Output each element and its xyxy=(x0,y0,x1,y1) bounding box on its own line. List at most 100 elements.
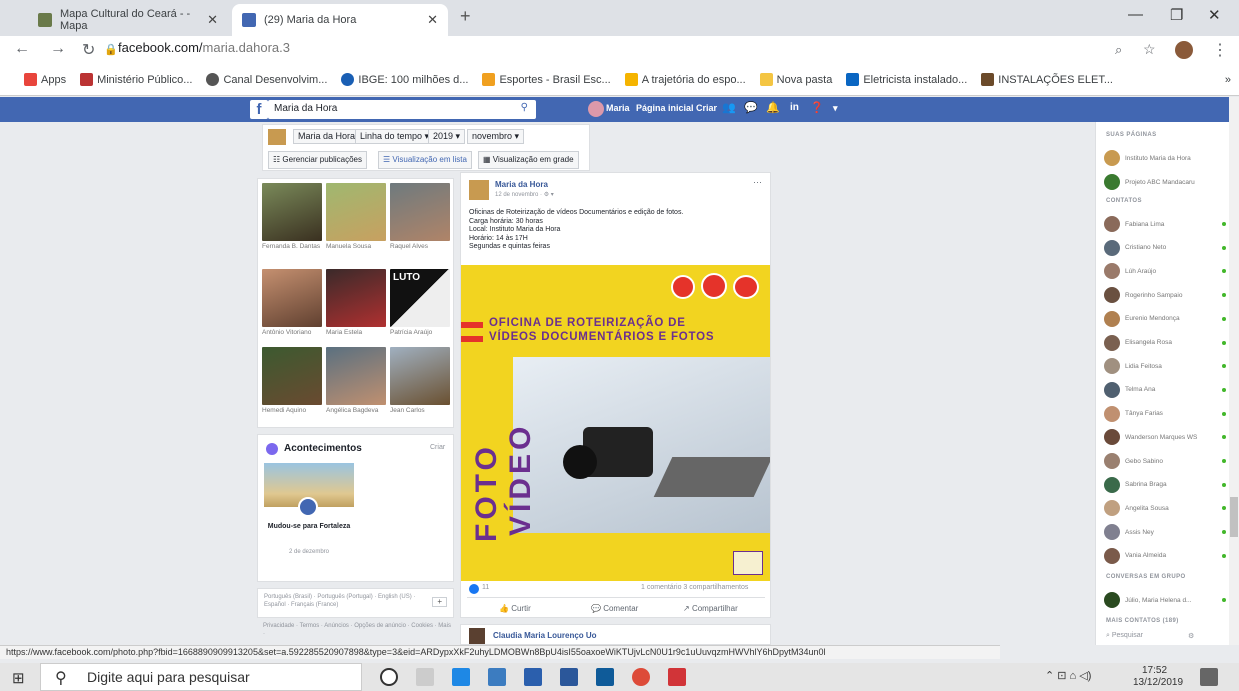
close-icon[interactable]: ✕ xyxy=(207,12,218,28)
bookmark-canal[interactable]: Canal Desenvolvim... xyxy=(206,73,327,86)
post-stats[interactable]: 1 comentário 3 compartilhamentos xyxy=(641,584,748,591)
bookmark-mp[interactable]: Ministério Público... xyxy=(80,73,192,86)
store-icon[interactable] xyxy=(524,668,542,686)
bookmark-apps[interactable]: Apps xyxy=(24,73,66,86)
contact-item[interactable]: Sabrina Braga xyxy=(1104,475,1226,495)
friend-card[interactable]: Maria Estela xyxy=(326,269,386,337)
contact-item[interactable]: Tânya Farias xyxy=(1104,404,1226,424)
contact-item[interactable]: Eurenio Mendonça xyxy=(1104,309,1226,329)
friend-card[interactable]: Manuela Sousa xyxy=(326,183,386,251)
nav-home[interactable]: Página inicial xyxy=(636,103,694,113)
language-links[interactable]: Português (Brasil) · Português (Portugal… xyxy=(264,593,424,609)
post-image[interactable]: OFICINA DE ROTEIRIZAÇÃO DE VÍDEOS DOCUME… xyxy=(461,265,770,581)
likes-count[interactable]: 11 xyxy=(482,584,489,591)
create-event-link[interactable]: Criar xyxy=(430,444,445,451)
post-author[interactable]: Claudia Maria Lourenço Uo xyxy=(493,631,597,640)
friend-card[interactable]: Raquel Alves xyxy=(390,183,450,251)
mail-icon[interactable] xyxy=(596,668,614,686)
scrollbar-thumb[interactable] xyxy=(1230,497,1238,537)
bookmarks-more[interactable]: » xyxy=(1225,74,1231,86)
avatar[interactable] xyxy=(588,101,604,117)
new-tab-button[interactable]: + xyxy=(460,6,471,27)
forward-icon[interactable]: → xyxy=(50,40,66,58)
contact-item[interactable]: Lidia Feitosa xyxy=(1104,356,1226,376)
notifications-icon[interactable]: 🔔 xyxy=(766,101,780,114)
chrome-icon[interactable] xyxy=(632,668,650,686)
page-item[interactable]: Instituto Maria da Hora xyxy=(1104,148,1226,168)
restore-icon[interactable]: ❐ xyxy=(1170,6,1183,24)
bookmark-esportes[interactable]: Esportes - Brasil Esc... xyxy=(482,73,611,86)
post-options-button[interactable]: ··· xyxy=(753,177,762,187)
messenger-icon[interactable]: 💬 xyxy=(744,101,758,114)
acrobat-icon[interactable] xyxy=(668,668,686,686)
tab-mapa-cultural[interactable]: Mapa Cultural do Ceará - - Mapa ✕ xyxy=(28,4,228,36)
post-time[interactable]: 12 de novembro · ⚙ ▾ xyxy=(495,191,554,198)
menu-icon[interactable]: ⋮ xyxy=(1212,40,1228,60)
nav-profile[interactable]: Maria xyxy=(606,103,630,113)
grid-view-button[interactable]: ▦ Visualização em grade xyxy=(478,151,579,169)
month-select[interactable]: novembro ▾ xyxy=(467,129,525,144)
contact-item[interactable]: Vania Almeida xyxy=(1104,546,1226,566)
bookmark-instalacoes[interactable]: INSTALAÇÕES ELET... xyxy=(981,73,1113,86)
friend-card[interactable]: Fernanda B. Dantas xyxy=(262,183,322,251)
manage-posts-button[interactable]: ☷ Gerenciar publicações xyxy=(268,151,368,169)
bookmark-trajetoria[interactable]: A trajetória do espo... xyxy=(624,73,746,86)
zoom-icon[interactable]: ⌕ xyxy=(1115,42,1122,58)
help-icon[interactable]: ❓ xyxy=(810,101,824,114)
reload-icon[interactable]: ↻ xyxy=(82,40,95,60)
comment-button[interactable]: 💬 Comentar xyxy=(591,604,638,613)
settings-icon[interactable]: ⚙ xyxy=(1188,632,1194,640)
edge-icon[interactable] xyxy=(452,668,470,686)
tab-maria-da-hora[interactable]: (29) Maria da Hora ✕ xyxy=(232,4,448,36)
avatar[interactable] xyxy=(469,628,485,644)
friend-card[interactable]: LUTO Patrícia Araújo xyxy=(390,269,450,337)
year-select[interactable]: 2019 ▾ xyxy=(428,129,466,144)
contact-item[interactable]: Rogerinho Sampaio xyxy=(1104,285,1226,305)
cortana-icon[interactable] xyxy=(380,668,398,686)
contact-item[interactable]: Telma Ana xyxy=(1104,380,1226,400)
timeline-select[interactable]: Linha do tempo ▾ xyxy=(355,129,435,144)
clock-time[interactable]: 17:52 xyxy=(1142,665,1167,676)
friend-card[interactable]: Hemedi Aquino xyxy=(262,347,322,415)
nav-create[interactable]: Criar xyxy=(696,103,717,113)
notification-center-icon[interactable] xyxy=(1200,668,1218,686)
facebook-search-input[interactable]: Maria da Hora ⚲ xyxy=(268,100,536,119)
bookmark-ibge[interactable]: IBGE: 100 milhões d... xyxy=(341,73,468,86)
like-button[interactable]: 👍 Curtir xyxy=(499,604,531,613)
task-view-icon[interactable] xyxy=(416,668,434,686)
chat-search-input[interactable]: ⌕ Pesquisar xyxy=(1106,632,1143,640)
contact-item[interactable]: Lúh Araújo xyxy=(1104,261,1226,281)
page-item[interactable]: Projeto ABC Mandacaru xyxy=(1104,172,1226,192)
friend-card[interactable]: Angélica Bagdeva xyxy=(326,347,386,415)
friend-card[interactable]: Antônio Vitoriano xyxy=(262,269,322,337)
profile-avatar[interactable] xyxy=(1175,41,1193,59)
contact-item[interactable]: Fabiana Lima xyxy=(1104,214,1226,234)
profile-select[interactable]: Maria da Hora xyxy=(293,129,361,144)
bookmark-nova-pasta[interactable]: Nova pasta xyxy=(759,73,832,86)
facebook-logo-icon[interactable]: f xyxy=(250,100,268,119)
group-chat-item[interactable]: Júlio, Maria Helena d... xyxy=(1104,590,1226,610)
chevron-down-icon[interactable]: ▾ xyxy=(833,103,838,114)
file-explorer-icon[interactable] xyxy=(488,668,506,686)
contact-item[interactable]: Elisangela Rosa xyxy=(1104,333,1226,353)
event-title[interactable]: Mudou-se para Fortaleza xyxy=(264,523,354,530)
bookmark-eletricista[interactable]: Eletricista instalado... xyxy=(846,73,967,86)
page-scrollbar[interactable] xyxy=(1229,97,1239,645)
word-icon[interactable] xyxy=(560,668,578,686)
footer-links[interactable]: Privacidade · Termos · Anúncios · Opções… xyxy=(263,622,453,638)
contact-item[interactable]: Angelita Sousa xyxy=(1104,498,1226,518)
back-icon[interactable]: ← xyxy=(14,40,30,58)
url-field[interactable]: facebook.com/maria.dahora.3 xyxy=(118,40,290,55)
friend-requests-icon[interactable]: 👥 xyxy=(722,101,736,114)
taskbar-search[interactable]: ⚲ Digite aqui para pesquisar xyxy=(40,663,362,691)
contact-item[interactable]: Cristiano Neto xyxy=(1104,238,1226,258)
like-reaction-icon[interactable] xyxy=(469,584,479,594)
minimize-icon[interactable]: — xyxy=(1128,6,1143,23)
friend-card[interactable]: Jean Carlos xyxy=(390,347,450,415)
close-window-icon[interactable]: ✕ xyxy=(1208,6,1221,24)
share-button[interactable]: ↗ Compartilhar xyxy=(683,604,738,613)
add-language-button[interactable]: + xyxy=(432,597,447,607)
list-view-button[interactable]: ☰ Visualização em lista xyxy=(378,151,472,169)
post-author[interactable]: Maria da Hora xyxy=(495,180,548,189)
contact-item[interactable]: Gebo Sabino xyxy=(1104,451,1226,471)
